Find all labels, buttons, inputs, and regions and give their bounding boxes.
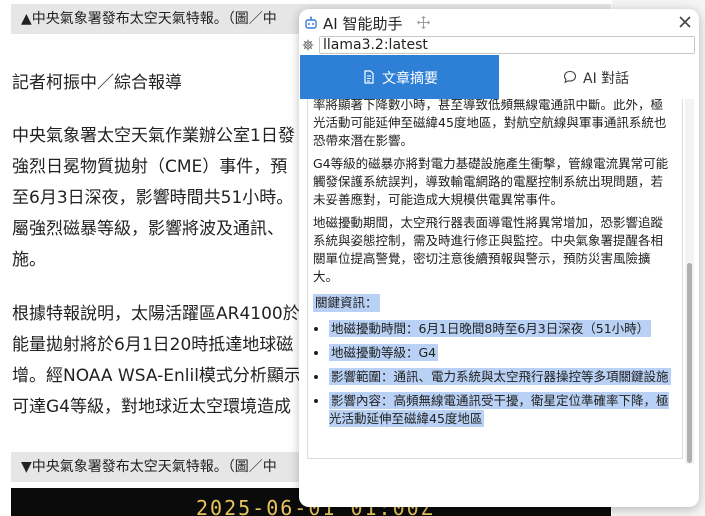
- summary-text: 率將顯著下降數小時，甚至導致低頻無線電通訊中斷。此外，極光活動可能延伸至磁緯45…: [313, 99, 673, 434]
- key-info-text: 地磁擾動等級：G4: [329, 344, 439, 361]
- key-info-title: 關鍵資訊：: [313, 294, 380, 312]
- robot-icon: [305, 16, 317, 29]
- list-item: 影響範圍：通訊、電力系統與太空飛行器操控等多項關鍵設施: [329, 368, 673, 386]
- move-handle-icon[interactable]: [417, 16, 430, 29]
- list-item: 地磁擾動等級：G4: [329, 344, 673, 362]
- tab-ai-chat[interactable]: AI 對話: [499, 55, 699, 99]
- summary-content[interactable]: 率將顯著下降數小時，甚至導致低頻無線電通訊中斷。此外，極光活動可能延伸至磁緯45…: [307, 99, 683, 459]
- panel-titlebar[interactable]: AI 智能助手: [299, 9, 699, 37]
- ai-assistant-panel: AI 智能助手 llama3.2:latest 文章摘要 AI 對話 率將顯著下…: [299, 9, 699, 507]
- list-item: 地磁擾動時間：6月1日晚間8時至6月3日深夜（51小時）: [329, 320, 673, 338]
- close-button[interactable]: [676, 13, 694, 31]
- key-info-text: 地磁擾動時間：6月1日晚間8時至6月3日深夜（51小時）: [329, 320, 652, 337]
- panel-tabs: 文章摘要 AI 對話: [299, 55, 699, 99]
- model-selector-row: llama3.2:latest: [299, 36, 699, 56]
- tab-article-summary[interactable]: 文章摘要: [300, 55, 499, 99]
- document-icon: [364, 70, 374, 84]
- summary-paragraph: 率將顯著下降數小時，甚至導致低頻無線電通訊中斷。此外，極光活動可能延伸至磁緯45…: [313, 99, 667, 148]
- scrollbar-thumb[interactable]: [687, 263, 692, 463]
- tab-label: AI 對話: [583, 71, 630, 87]
- model-select[interactable]: llama3.2:latest: [319, 36, 695, 54]
- panel-title: AI 智能助手: [323, 15, 403, 33]
- list-item: 影響內容：高頻無線電通訊受干擾，衛星定位準確率下降，極光活動延伸至磁緯45度地區: [329, 392, 673, 428]
- key-info-text: 影響範圍：通訊、電力系統與太空飛行器操控等多項關鍵設施: [329, 368, 671, 385]
- tab-label: 文章摘要: [382, 71, 438, 87]
- article-byline: 記者柯振中／綜合報導: [12, 73, 182, 93]
- key-info-text: 影響內容：高頻無線電通訊受干擾，衛星定位準確率下降，極光活動延伸至磁緯45度地區: [329, 392, 669, 427]
- gear-icon[interactable]: [302, 39, 314, 51]
- chat-bubble-icon: [563, 70, 577, 84]
- summary-paragraph: 地磁擾動期間，太空飛行器表面導電性將異常增加，恐影響追蹤系統與姿態控制，需及時進…: [313, 215, 664, 284]
- key-info-list: 地磁擾動時間：6月1日晚間8時至6月3日深夜（51小時） 地磁擾動等級：G4 影…: [313, 320, 673, 428]
- summary-paragraph: G4等級的磁暴亦將對電力基礎設施產生衝擊，管線電流異常可能觸發保護系統誤判，導致…: [313, 156, 669, 207]
